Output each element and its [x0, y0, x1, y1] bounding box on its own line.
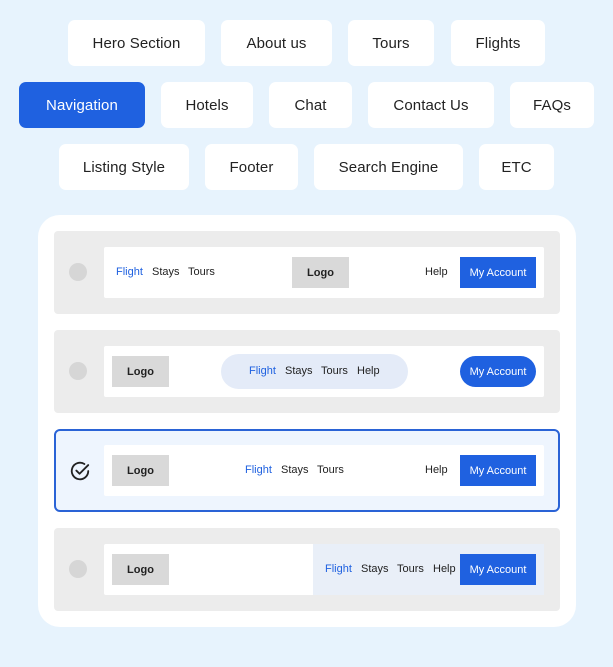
tag-about-us[interactable]: About us: [221, 20, 332, 66]
tag-footer[interactable]: Footer: [205, 144, 298, 190]
nav-link-stays[interactable]: Stays: [281, 464, 309, 476]
nav-preview-bar: Logo Flight Stays Tours Help My Account: [104, 445, 544, 496]
nav-link-tours[interactable]: Tours: [188, 266, 215, 278]
nav-option-1[interactable]: Flight Stays Tours Logo Help My Account: [54, 231, 560, 314]
nav-link-flight[interactable]: Flight: [245, 464, 272, 476]
logo-placeholder: Logo: [112, 554, 169, 585]
nav-link-flight[interactable]: Flight: [249, 365, 276, 377]
tag-faqs[interactable]: FAQs: [510, 82, 594, 128]
nav-preview-bar: Logo Flight Stays Tours Help My Account: [104, 544, 544, 595]
nav-link-tours[interactable]: Tours: [317, 464, 344, 476]
logo-placeholder: Logo: [112, 455, 169, 486]
tag-hotels[interactable]: Hotels: [161, 82, 253, 128]
tag-search-engine[interactable]: Search Engine: [314, 144, 463, 190]
radio-unselected[interactable]: [69, 362, 87, 380]
nav-link-stays[interactable]: Stays: [285, 365, 313, 377]
nav-option-2[interactable]: Logo Flight Stays Tours Help My Account: [54, 330, 560, 413]
tag-contact-us[interactable]: Contact Us: [368, 82, 494, 128]
logo-placeholder: Logo: [292, 257, 349, 288]
tag-flights[interactable]: Flights: [451, 20, 545, 66]
radio-unselected[interactable]: [69, 560, 87, 578]
radio-unselected[interactable]: [69, 263, 87, 281]
tag-navigation[interactable]: Navigation: [19, 82, 145, 128]
nav-right-group: Flight Stays Tours Help My Account: [313, 544, 544, 595]
my-account-button[interactable]: My Account: [460, 455, 536, 486]
nav-link-tours[interactable]: Tours: [321, 365, 348, 377]
tag-chat[interactable]: Chat: [269, 82, 352, 128]
nav-link-flight[interactable]: Flight: [116, 266, 143, 278]
my-account-button[interactable]: My Account: [460, 554, 536, 585]
tag-etc[interactable]: ETC: [479, 144, 554, 190]
check-circle-icon[interactable]: [69, 460, 91, 482]
nav-preview-bar: Flight Stays Tours Logo Help My Account: [104, 247, 544, 298]
nav-option-3[interactable]: Logo Flight Stays Tours Help My Account: [54, 429, 560, 512]
pill-nav-group: Flight Stays Tours Help: [221, 354, 408, 389]
nav-option-4[interactable]: Logo Flight Stays Tours Help My Account: [54, 528, 560, 611]
nav-link-help[interactable]: Help: [357, 365, 380, 377]
my-account-button[interactable]: My Account: [460, 356, 536, 387]
nav-link-tours[interactable]: Tours: [397, 563, 424, 575]
nav-link-stays[interactable]: Stays: [361, 563, 389, 575]
tag-hero-section[interactable]: Hero Section: [68, 20, 205, 66]
logo-placeholder: Logo: [112, 356, 169, 387]
tag-tours[interactable]: Tours: [348, 20, 434, 66]
nav-preview-bar: Logo Flight Stays Tours Help My Account: [104, 346, 544, 397]
nav-link-help[interactable]: Help: [425, 464, 448, 476]
nav-link-help[interactable]: Help: [433, 563, 456, 575]
my-account-button[interactable]: My Account: [460, 257, 536, 288]
nav-link-stays[interactable]: Stays: [152, 266, 180, 278]
tag-listing-style[interactable]: Listing Style: [59, 144, 189, 190]
nav-link-help[interactable]: Help: [425, 266, 448, 278]
nav-link-flight[interactable]: Flight: [325, 563, 352, 575]
